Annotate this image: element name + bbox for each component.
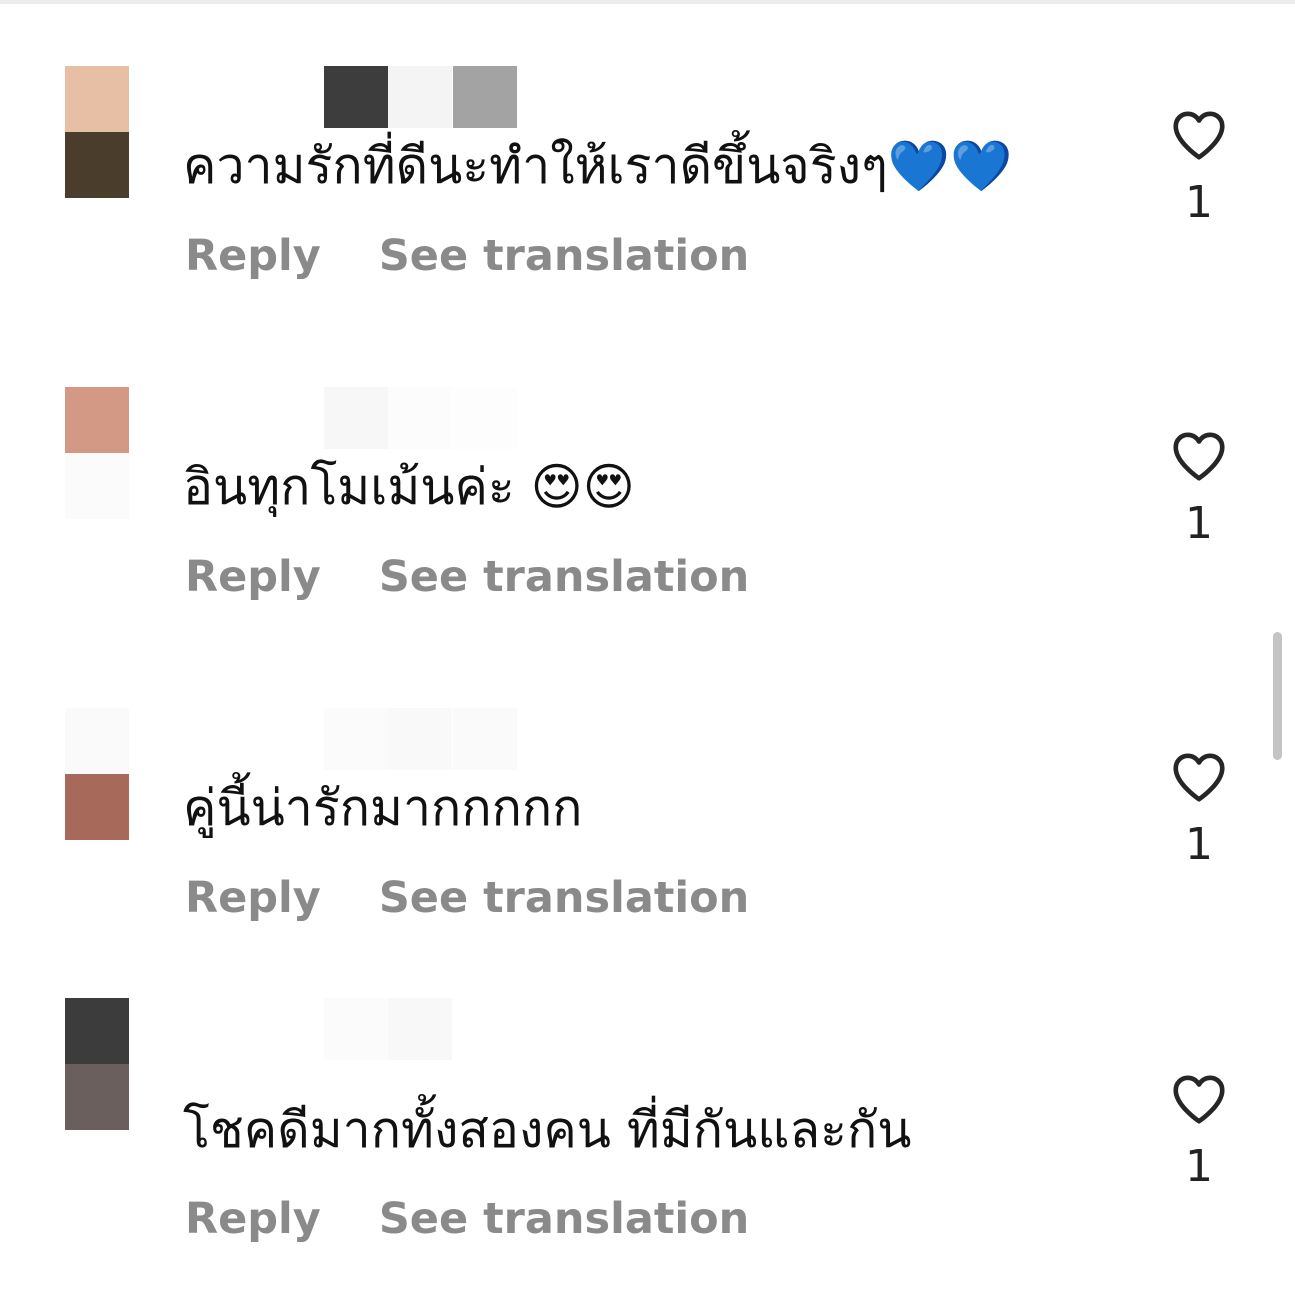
- heart-outline-icon[interactable]: [1168, 746, 1230, 808]
- comment-actions: Reply See translation: [185, 1184, 749, 1254]
- comment-item: คู่นี้น่ารักมากกกกก Reply See translation…: [0, 708, 1295, 1008]
- like-control: 1: [1166, 1068, 1232, 1192]
- avatar[interactable]: [65, 387, 129, 519]
- comment-text: คู่นี้น่ารักมากกกกก: [183, 779, 583, 837]
- like-control: 1: [1166, 746, 1232, 870]
- avatar-pixel-block: [65, 708, 129, 774]
- avatar[interactable]: [65, 998, 129, 1130]
- username-pixel-block: [324, 387, 388, 449]
- like-count: 1: [1185, 1141, 1213, 1192]
- scrollbar-thumb[interactable]: [1273, 632, 1282, 760]
- username-pixel-block: [453, 66, 517, 128]
- avatar[interactable]: [65, 66, 129, 198]
- see-translation-button[interactable]: See translation: [379, 863, 749, 933]
- see-translation-button[interactable]: See translation: [379, 1184, 749, 1254]
- username-pixel-block: [453, 998, 517, 1060]
- username-redacted[interactable]: [190, 66, 520, 128]
- comment-item: โชคดีมากทั้งสองคน ที่มีกันและกัน Reply Se…: [0, 998, 1295, 1298]
- reply-button[interactable]: Reply: [185, 221, 321, 291]
- comment-item: ความรักที่ดีนะทำให้เราดีขึ้นจริงๆ💙💙 Repl…: [0, 66, 1295, 366]
- like-control: 1: [1166, 104, 1232, 228]
- reply-button[interactable]: Reply: [185, 863, 321, 933]
- username-pixel-block: [388, 708, 452, 770]
- avatar-pixel-block: [65, 998, 129, 1064]
- reply-button[interactable]: Reply: [185, 1184, 321, 1254]
- avatar-pixel-block: [65, 66, 129, 132]
- username-pixel-block: [324, 998, 388, 1060]
- username-pixel-block: [388, 998, 452, 1060]
- username-pixel-block: [453, 708, 517, 770]
- username-pixel-block: [388, 66, 452, 128]
- username-pixel-block: [453, 387, 517, 449]
- comment-text: อินทุกโมเม้นค่ะ 😍😍: [183, 458, 635, 516]
- see-translation-button[interactable]: See translation: [379, 221, 749, 291]
- see-translation-button[interactable]: See translation: [379, 542, 749, 612]
- heart-outline-icon[interactable]: [1168, 425, 1230, 487]
- avatar-pixel-block: [65, 453, 129, 519]
- like-count: 1: [1185, 177, 1213, 228]
- avatar-pixel-block: [65, 774, 129, 840]
- heart-outline-icon[interactable]: [1168, 104, 1230, 166]
- avatar-pixel-block: [65, 387, 129, 453]
- comment-item: อินทุกโมเม้นค่ะ 😍😍 Reply See translation …: [0, 387, 1295, 687]
- username-redacted[interactable]: [190, 998, 520, 1060]
- like-control: 1: [1166, 425, 1232, 549]
- username-pixel-block: [324, 66, 388, 128]
- comment-text: ความรักที่ดีนะทำให้เราดีขึ้นจริงๆ💙💙: [183, 137, 1013, 195]
- username-pixel-block: [388, 387, 452, 449]
- username-redacted[interactable]: [190, 387, 520, 449]
- comment-text: โชคดีมากทั้งสองคน ที่มีกันและกัน: [183, 1101, 912, 1159]
- like-count: 1: [1185, 498, 1213, 549]
- username-pixel-block: [324, 708, 388, 770]
- avatar-pixel-block: [65, 1064, 129, 1130]
- username-redacted[interactable]: [190, 708, 520, 770]
- avatar-pixel-block: [65, 132, 129, 198]
- comment-actions: Reply See translation: [185, 863, 749, 933]
- like-count: 1: [1185, 819, 1213, 870]
- reply-button[interactable]: Reply: [185, 542, 321, 612]
- comment-actions: Reply See translation: [185, 221, 749, 291]
- avatar[interactable]: [65, 708, 129, 840]
- comment-actions: Reply See translation: [185, 542, 749, 612]
- top-divider: [0, 0, 1295, 4]
- heart-outline-icon[interactable]: [1168, 1068, 1230, 1130]
